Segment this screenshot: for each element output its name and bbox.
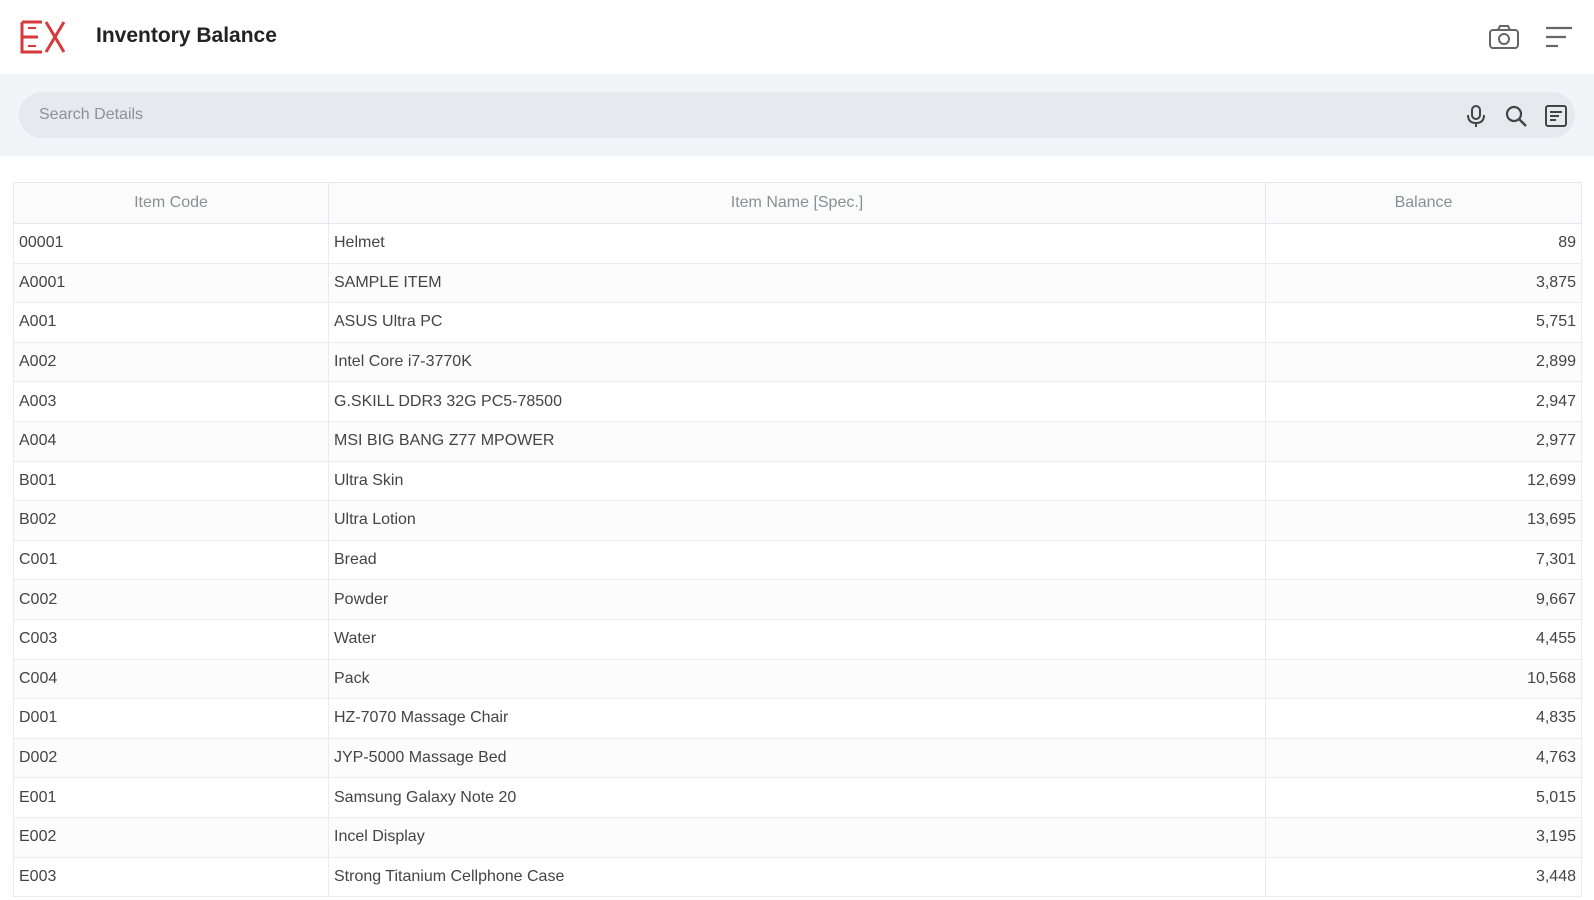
table-row[interactable]: A004 MSI BIG BANG Z77 MPOWER 2,977 [13, 420, 1582, 462]
cell-balance: 4,455 [1265, 618, 1582, 660]
table-row[interactable]: B001 Ultra Skin 12,699 [13, 460, 1582, 502]
column-header-item-code[interactable]: Item Code [13, 182, 329, 224]
microphone-icon[interactable] [1463, 103, 1489, 129]
table-row[interactable]: 00001 Helmet 89 [13, 223, 1582, 264]
brand-logo-icon[interactable] [18, 18, 68, 56]
cell-item-name: Strong Titanium Cellphone Case [328, 856, 1266, 898]
cell-item-code: C002 [13, 579, 329, 620]
app-header: Inventory Balance [0, 0, 1594, 74]
cell-item-name: JYP-5000 Massage Bed [328, 737, 1266, 779]
table-row[interactable]: A002 Intel Core i7-3770K 2,899 [13, 341, 1582, 383]
table-row[interactable]: E002 Incel Display 3,195 [13, 816, 1582, 858]
page-title: Inventory Balance [96, 24, 277, 47]
filter-icon[interactable] [1543, 103, 1569, 129]
cell-item-code: E001 [13, 777, 329, 818]
camera-icon[interactable] [1487, 22, 1521, 52]
cell-item-code: D002 [13, 737, 329, 779]
cell-balance: 5,751 [1265, 302, 1582, 343]
cell-balance: 89 [1265, 223, 1582, 264]
cell-balance: 3,875 [1265, 262, 1582, 304]
table-row[interactable]: E001 Samsung Galaxy Note 20 5,015 [13, 777, 1582, 818]
cell-item-name: Helmet [328, 223, 1266, 264]
cell-balance: 5,015 [1265, 777, 1582, 818]
cell-item-name: Intel Core i7-3770K [328, 341, 1266, 383]
cell-item-name: Pack [328, 658, 1266, 700]
cell-item-code: B001 [13, 460, 329, 502]
cell-item-name: Bread [328, 539, 1266, 581]
cell-item-name: Powder [328, 579, 1266, 620]
cell-balance: 4,835 [1265, 698, 1582, 739]
cell-item-code: 00001 [13, 223, 329, 264]
cell-item-code: E002 [13, 816, 329, 858]
table-row[interactable]: A0001 SAMPLE ITEM 3,875 [13, 262, 1582, 304]
column-header-balance[interactable]: Balance [1265, 182, 1582, 224]
cell-item-name: HZ-7070 Massage Chair [328, 698, 1266, 739]
table-row[interactable]: D001 HZ-7070 Massage Chair 4,835 [13, 698, 1582, 739]
cell-item-code: B002 [13, 500, 329, 541]
cell-balance: 4,763 [1265, 737, 1582, 779]
table-row[interactable]: C003 Water 4,455 [13, 618, 1582, 660]
cell-balance: 7,301 [1265, 539, 1582, 581]
cell-item-name: SAMPLE ITEM [328, 262, 1266, 304]
table-row[interactable]: D002 JYP-5000 Massage Bed 4,763 [13, 737, 1582, 779]
cell-item-name: Ultra Lotion [328, 500, 1266, 541]
cell-item-name: Incel Display [328, 816, 1266, 858]
search-input[interactable] [39, 92, 1429, 138]
cell-balance: 2,977 [1265, 420, 1582, 462]
cell-item-name: ASUS Ultra PC [328, 302, 1266, 343]
table-row[interactable]: C002 Powder 9,667 [13, 579, 1582, 620]
table-row[interactable]: C001 Bread 7,301 [13, 539, 1582, 581]
cell-item-code: C001 [13, 539, 329, 581]
table-row[interactable]: B002 Ultra Lotion 13,695 [13, 500, 1582, 541]
cell-item-code: A004 [13, 420, 329, 462]
cell-item-code: A001 [13, 302, 329, 343]
cell-item-name: Water [328, 618, 1266, 660]
cell-balance: 3,448 [1265, 856, 1582, 898]
table-row[interactable]: E003 Strong Titanium Cellphone Case 3,448 [13, 856, 1582, 898]
table-row[interactable]: C004 Pack 10,568 [13, 658, 1582, 700]
cell-balance: 2,947 [1265, 381, 1582, 422]
cell-item-code: C004 [13, 658, 329, 700]
cell-balance: 9,667 [1265, 579, 1582, 620]
table-row[interactable]: A001 ASUS Ultra PC 5,751 [13, 302, 1582, 343]
cell-balance: 13,695 [1265, 500, 1582, 541]
cell-balance: 10,568 [1265, 658, 1582, 700]
search-icon[interactable] [1503, 103, 1529, 129]
cell-item-code: D001 [13, 698, 329, 739]
cell-item-code: E003 [13, 856, 329, 898]
table-row[interactable]: A003 G.SKILL DDR3 32G PC5-78500 2,947 [13, 381, 1582, 422]
column-header-item-name[interactable]: Item Name [Spec.] [328, 182, 1266, 224]
cell-item-name: MSI BIG BANG Z77 MPOWER [328, 420, 1266, 462]
cell-balance: 2,899 [1265, 341, 1582, 383]
cell-item-code: A0001 [13, 262, 329, 304]
inventory-table-container: Item Code Item Name [Spec.] Balance 0000… [13, 182, 1582, 898]
cell-item-name: G.SKILL DDR3 32G PC5-78500 [328, 381, 1266, 422]
cell-item-name: Ultra Skin [328, 460, 1266, 502]
cell-item-code: C003 [13, 618, 329, 660]
cell-balance: 12,699 [1265, 460, 1582, 502]
inventory-table: Item Code Item Name [Spec.] Balance 0000… [13, 182, 1582, 898]
cell-item-code: A002 [13, 341, 329, 383]
table-header-row: Item Code Item Name [Spec.] Balance [13, 182, 1582, 224]
cell-item-name: Samsung Galaxy Note 20 [328, 777, 1266, 818]
search-bar [19, 92, 1575, 138]
cell-balance: 3,195 [1265, 816, 1582, 858]
cell-item-code: A003 [13, 381, 329, 422]
menu-icon[interactable] [1542, 22, 1576, 52]
